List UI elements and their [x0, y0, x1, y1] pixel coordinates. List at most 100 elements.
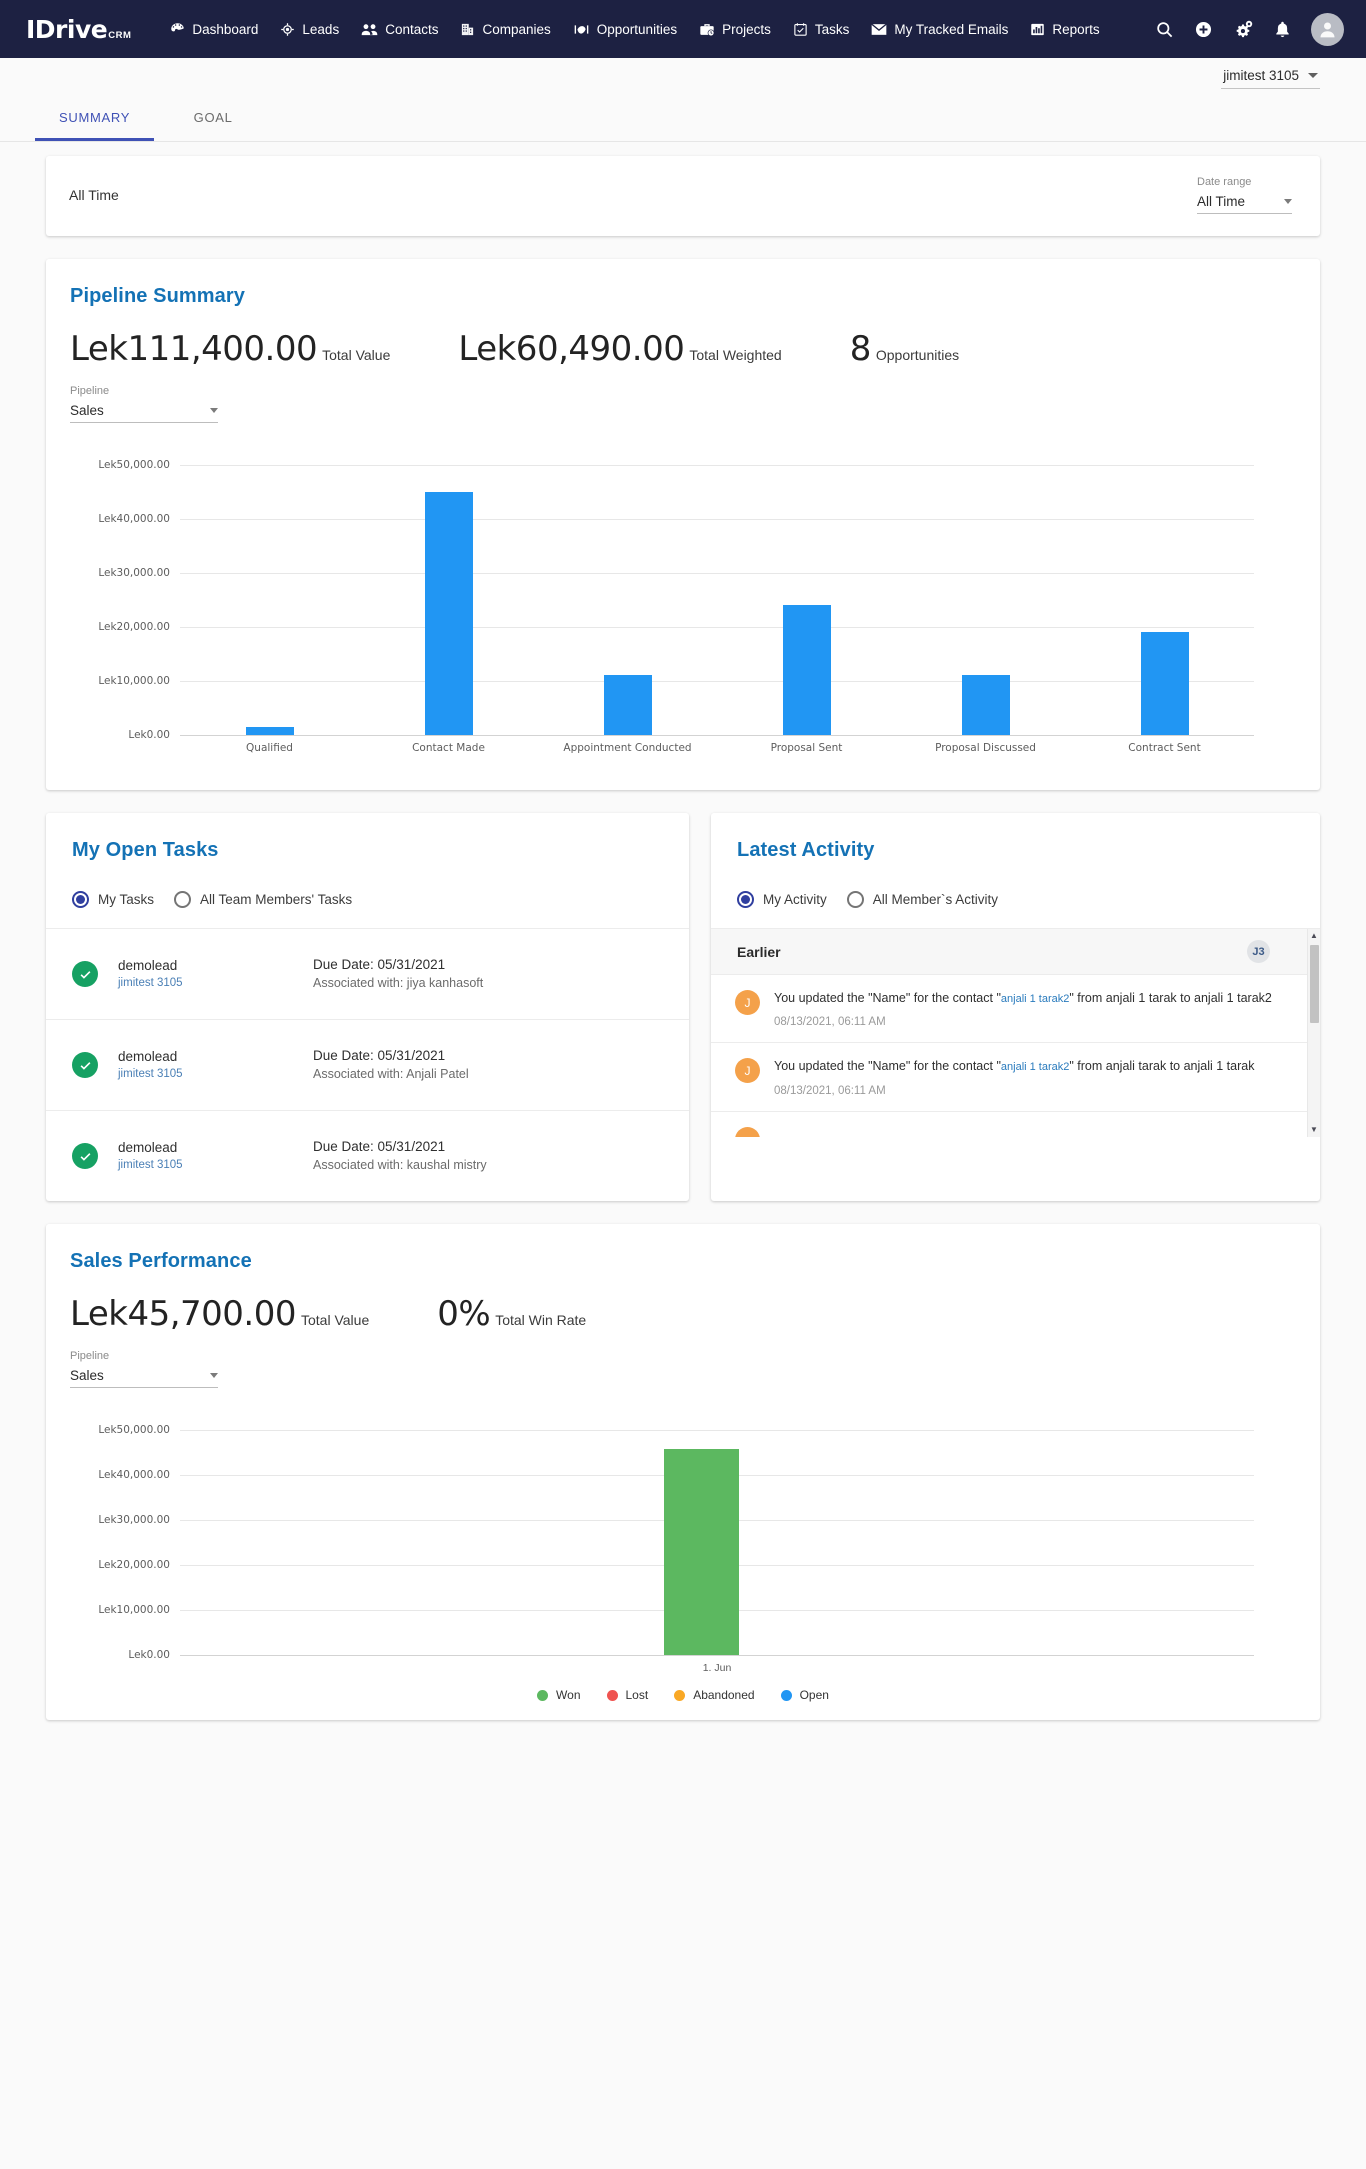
metric-total-weighted-number: Lek60,490.00	[458, 329, 685, 369]
gridline	[180, 735, 1254, 736]
legend-dot	[606, 1689, 618, 1701]
activity-group-header: Earlier J3	[711, 929, 1320, 975]
sales-pipeline-filter-select[interactable]: Sales	[70, 1368, 218, 1388]
task-primary: demolead jimitest 3105	[118, 956, 313, 993]
chevron-down-icon	[210, 408, 218, 413]
latest-activity-header: Latest Activity My Activity All Member`s…	[711, 813, 1320, 908]
radio-my-activity[interactable]: My Activity	[737, 891, 827, 908]
sales-pipeline-filter-field: Pipeline Sales	[70, 1350, 218, 1388]
scroll-up-icon[interactable]: ▲	[1310, 929, 1318, 943]
nav-item-dashboard[interactable]: Dashboard	[159, 14, 269, 45]
date-range-card: All Time Date range All Time	[46, 156, 1320, 236]
check-circle-icon[interactable]	[72, 1143, 98, 1169]
bar-qualified[interactable]	[245, 727, 294, 735]
list-item[interactable]: J You updated the "Name" for the contact…	[711, 1043, 1320, 1112]
scrollbar-thumb[interactable]	[1310, 945, 1319, 1023]
activity-avatar: J	[735, 990, 760, 1015]
legend-item-won[interactable]: Won	[537, 1688, 581, 1702]
radio-my-activity-label: My Activity	[763, 892, 827, 907]
legend-item-abandoned[interactable]: Abandoned	[674, 1688, 755, 1702]
bar-proposal-discussed[interactable]	[961, 674, 1010, 735]
sales-chart-legend: Won Lost Abandoned Open	[70, 1688, 1296, 1702]
legend-item-open[interactable]: Open	[780, 1688, 829, 1702]
sales-pipeline-filter-value: Sales	[70, 1368, 104, 1383]
activity-text-suffix: " from anjali tarak to anjali 1 tarak	[1069, 1059, 1255, 1074]
nav-label-opportunities: Opportunities	[596, 21, 678, 37]
check-circle-icon[interactable]	[72, 1052, 98, 1078]
pipeline-filter-select[interactable]: Sales	[70, 403, 218, 423]
radio-all-team-tasks-label: All Team Members' Tasks	[200, 892, 353, 907]
bar-appointment-conducted[interactable]	[603, 674, 652, 735]
radio-all-team-tasks[interactable]: All Team Members' Tasks	[174, 891, 352, 908]
metric-opportunities: 8 Opportunities	[850, 329, 959, 369]
activity-contact-link[interactable]: anjali 1 tarak2	[1001, 1061, 1070, 1073]
list-item[interactable]: J You updated the "Name" for the contact…	[711, 975, 1320, 1044]
scroll-down-icon[interactable]: ▼	[1310, 1123, 1318, 1137]
bar-contact-made[interactable]	[424, 492, 473, 735]
nav-item-my-tracked-emails[interactable]: My Tracked Emails	[860, 14, 1019, 45]
y-axis-tick: Lek30,000.00	[98, 1514, 170, 1526]
table-row[interactable]: demolead jimitest 3105 Due Date: 05/31/2…	[46, 1019, 689, 1110]
app-logo[interactable]: IDrive CRM	[26, 17, 131, 42]
bar-proposal-sent[interactable]	[782, 605, 831, 735]
user-selector[interactable]: jimitest 3105	[1221, 66, 1320, 89]
y-axis-tick: Lek50,000.00	[98, 1424, 170, 1436]
check-circle-icon[interactable]	[72, 961, 98, 987]
radio-icon-checked	[72, 891, 89, 908]
nav-item-tasks[interactable]: Tasks	[782, 14, 861, 45]
metric-sales-total-value-number: Lek45,700.00	[70, 1294, 297, 1334]
list-item-partial[interactable]	[711, 1112, 1320, 1137]
metric-total-weighted-label: Total Weighted	[689, 347, 782, 363]
bar-contract-sent[interactable]	[1140, 632, 1189, 735]
activity-scrollbar[interactable]: ▲ ▼	[1307, 929, 1320, 1137]
settings-icon[interactable]	[1233, 20, 1254, 39]
x-axis-label: Proposal Sent	[770, 742, 843, 754]
date-range-label: Date range	[1197, 176, 1252, 188]
tab-goal[interactable]: GOAL	[154, 96, 272, 141]
nav-item-projects[interactable]: Projects	[688, 14, 782, 45]
date-range-field: Date range All Time	[1197, 176, 1292, 214]
radio-my-tasks[interactable]: My Tasks	[72, 891, 154, 908]
activity-text-suffix: " from anjali 1 tarak to anjali 1 tarak2	[1069, 991, 1272, 1005]
task-owner[interactable]: jimitest 3105	[118, 1066, 313, 1083]
companies-icon	[460, 22, 475, 37]
user-bar: jimitest 3105	[0, 58, 1366, 96]
search-icon[interactable]	[1155, 20, 1174, 39]
email-icon	[871, 23, 888, 36]
leads-icon	[280, 22, 295, 37]
gridline	[180, 1655, 1254, 1656]
open-tasks-title: My Open Tasks	[72, 839, 219, 861]
nav-item-leads[interactable]: Leads	[269, 14, 350, 45]
table-row[interactable]: demolead jimitest 3105 Due Date: 05/31/2…	[46, 928, 689, 1019]
nav-item-companies[interactable]: Companies	[449, 14, 561, 45]
tab-summary[interactable]: SUMMARY	[35, 96, 155, 141]
metric-total-weighted: Lek60,490.00 Total Weighted	[458, 329, 781, 369]
page-content: All Time Date range All Time Pipeline Su…	[0, 142, 1366, 1783]
avatar[interactable]	[1311, 12, 1344, 46]
nav-items: Dashboard Leads Contacts Companies Oppor…	[159, 14, 1155, 45]
nav-item-contacts[interactable]: Contacts	[350, 14, 449, 45]
task-due-date: Due Date: 05/31/2021	[313, 1047, 446, 1063]
activity-timestamp: 08/13/2021, 06:11 AM	[774, 1016, 886, 1029]
metric-opportunities-number: 8	[849, 329, 872, 369]
table-row[interactable]: demolead jimitest 3105 Due Date: 05/31/2…	[46, 1110, 689, 1201]
task-owner[interactable]: jimitest 3105	[118, 975, 313, 992]
date-range-value: All Time	[1197, 194, 1246, 209]
x-axis-label: Contract Sent	[1128, 742, 1201, 754]
notifications-icon[interactable]	[1274, 20, 1291, 39]
radio-all-members-activity[interactable]: All Member`s Activity	[846, 891, 998, 908]
add-icon[interactable]	[1194, 20, 1213, 39]
date-range-select[interactable]: All Time	[1197, 194, 1292, 214]
y-axis-tick: Lek10,000.00	[98, 1604, 170, 1616]
bar-won[interactable]	[663, 1449, 739, 1655]
user-selector-label: jimitest 3105	[1223, 67, 1299, 83]
legend-item-lost[interactable]: Lost	[606, 1688, 648, 1702]
metric-total-value-label: Total Value	[322, 347, 391, 363]
sales-performance-card: Sales Performance Lek45,700.00 Total Val…	[46, 1224, 1320, 1720]
activity-contact-link[interactable]: anjali 1 tarak2	[1001, 993, 1070, 1005]
tasks-icon	[793, 22, 808, 37]
task-owner[interactable]: jimitest 3105	[118, 1157, 313, 1174]
sales-metrics: Lek45,700.00 Total Value 0% Total Win Ra…	[70, 1294, 1296, 1334]
nav-item-opportunities[interactable]: Opportunities	[562, 14, 688, 45]
nav-item-reports[interactable]: Reports	[1019, 14, 1110, 45]
